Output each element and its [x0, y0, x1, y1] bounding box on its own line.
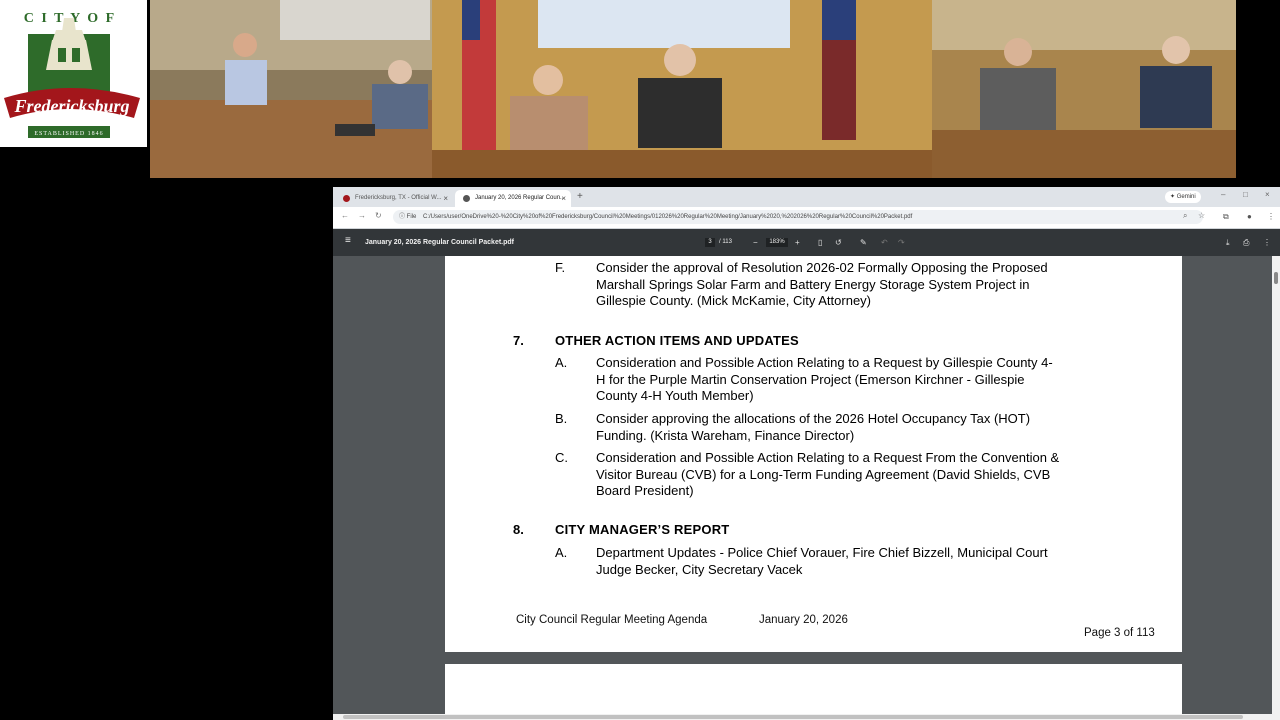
tab-label: Fredericksburg, TX - Official W... — [355, 195, 442, 201]
print-icon[interactable]: ⎙ — [1243, 229, 1249, 256]
gemini-label: Gemini — [1176, 194, 1196, 200]
gemini-button[interactable]: ✦ Gemini — [1165, 191, 1201, 203]
reload-icon[interactable]: ↻ — [375, 211, 382, 220]
redo-icon[interactable]: ↷ — [898, 229, 905, 256]
bookmark-star-icon[interactable]: ☆ — [1198, 211, 1205, 220]
back-icon[interactable]: ← — [341, 211, 349, 220]
zoom-out-icon[interactable]: − — [753, 229, 758, 256]
pdf-favicon-icon — [463, 195, 470, 202]
tab-fredericksburg-website[interactable]: Fredericksburg, TX - Official W... × — [335, 190, 453, 207]
address-bar[interactable]: ⓘ File C:/Users/user/OneDrive%20-%20City… — [393, 210, 1205, 224]
page-total: / 113 — [719, 239, 732, 245]
address-bar-row: ← → ↻ ⓘ File C:/Users/user/OneDrive%20-%… — [333, 207, 1280, 229]
item-f-text: Consider the approval of Resolution 2026… — [596, 260, 1048, 309]
city-logo: C I T Y O F Fredericksburg ESTABLISHED 1… — [0, 0, 147, 147]
undo-icon[interactable]: ↶ — [881, 229, 888, 256]
footer-title: City Council Regular Meeting Agenda — [516, 614, 708, 626]
pdf-filename: January 20, 2026 Regular Council Packet.… — [365, 239, 515, 246]
svg-text:Fredericksburg: Fredericksburg — [13, 96, 129, 116]
item-letter: A. — [555, 545, 568, 560]
council-video-feed — [150, 0, 1236, 178]
pdf-more-icon[interactable]: ⋮ — [1263, 229, 1271, 256]
tab-label: January 20, 2026 Regular Coun... — [475, 195, 566, 201]
scrollbar-thumb[interactable] — [343, 715, 1243, 719]
rotate-icon[interactable]: ↺ — [835, 229, 842, 256]
horizontal-scrollbar[interactable] — [333, 714, 1280, 720]
address-url[interactable]: C:/Users/user/OneDrive%20-%20City%20of%2… — [423, 210, 1163, 224]
file-scheme-label: ⓘ File — [399, 214, 417, 220]
pdf-page: F. Consider the approval of Resolution 2… — [445, 256, 1182, 652]
pdf-toolbar: ≡ January 20, 2026 Regular Council Packe… — [333, 229, 1280, 256]
item-7b-text: Consider approving the allocations of th… — [596, 411, 1031, 443]
new-tab-icon[interactable]: + — [577, 190, 583, 204]
tab-council-packet[interactable]: January 20, 2026 Regular Coun... × — [455, 190, 571, 207]
section-8-title: CITY MANAGER’S REPORT — [555, 522, 730, 537]
item-8a-text: Department Updates - Police Chief Voraue… — [596, 545, 1048, 577]
minimize-icon[interactable]: – — [1221, 190, 1225, 199]
svg-text:ESTABLISHED 1846: ESTABLISHED 1846 — [34, 131, 103, 137]
close-window-icon[interactable]: × — [1265, 190, 1270, 199]
zoom-in-icon[interactable]: + — [795, 229, 800, 256]
item-letter: C. — [555, 450, 568, 465]
download-icon[interactable]: ⤓ — [1226, 229, 1230, 256]
fit-page-icon[interactable]: ▯ — [818, 229, 822, 256]
section-7-number: 7. — [513, 333, 524, 348]
extensions-icon[interactable]: ⧉ — [1223, 212, 1229, 222]
section-7-title: OTHER ACTION ITEMS AND UPDATES — [555, 333, 799, 348]
section-8-number: 8. — [513, 522, 524, 537]
annotate-icon[interactable]: ✎ — [860, 229, 867, 256]
fredericksburg-seal-icon: C I T Y O F Fredericksburg ESTABLISHED 1… — [0, 0, 147, 147]
zoom-level[interactable]: 183% — [766, 238, 788, 247]
scrollbar-thumb[interactable] — [1274, 272, 1278, 284]
maximize-icon[interactable]: □ — [1243, 190, 1248, 199]
item-7c-text: Consideration and Possible Action Relati… — [596, 450, 1060, 499]
item-letter: F. — [555, 260, 566, 275]
pdf-next-page — [445, 664, 1182, 720]
item-letter: A. — [555, 355, 568, 370]
close-tab-icon[interactable]: × — [561, 190, 566, 207]
footer-date: January 20, 2026 — [759, 614, 848, 626]
profile-icon[interactable]: ● — [1247, 212, 1252, 221]
forward-icon[interactable]: → — [358, 211, 366, 220]
item-letter: B. — [555, 411, 568, 426]
tab-bar: Fredericksburg, TX - Official W... × Jan… — [333, 187, 1280, 207]
footer-page-number: Page 3 of 113 — [1084, 627, 1155, 639]
close-tab-icon[interactable]: × — [443, 190, 448, 207]
zoom-icon[interactable]: ⌕ — [1183, 211, 1187, 221]
site-favicon-icon — [343, 195, 350, 202]
vertical-scrollbar[interactable] — [1272, 256, 1280, 720]
item-7a-text: Consideration and Possible Action Relati… — [596, 355, 1053, 404]
more-menu-icon[interactable]: ⋮ — [1267, 212, 1275, 221]
page-number-input[interactable]: 3 — [705, 238, 715, 247]
pdf-menu-icon[interactable]: ≡ — [345, 235, 351, 246]
pdf-viewport[interactable]: F. Consider the approval of Resolution 2… — [333, 256, 1280, 720]
browser-window: Fredericksburg, TX - Official W... × Jan… — [333, 187, 1280, 720]
